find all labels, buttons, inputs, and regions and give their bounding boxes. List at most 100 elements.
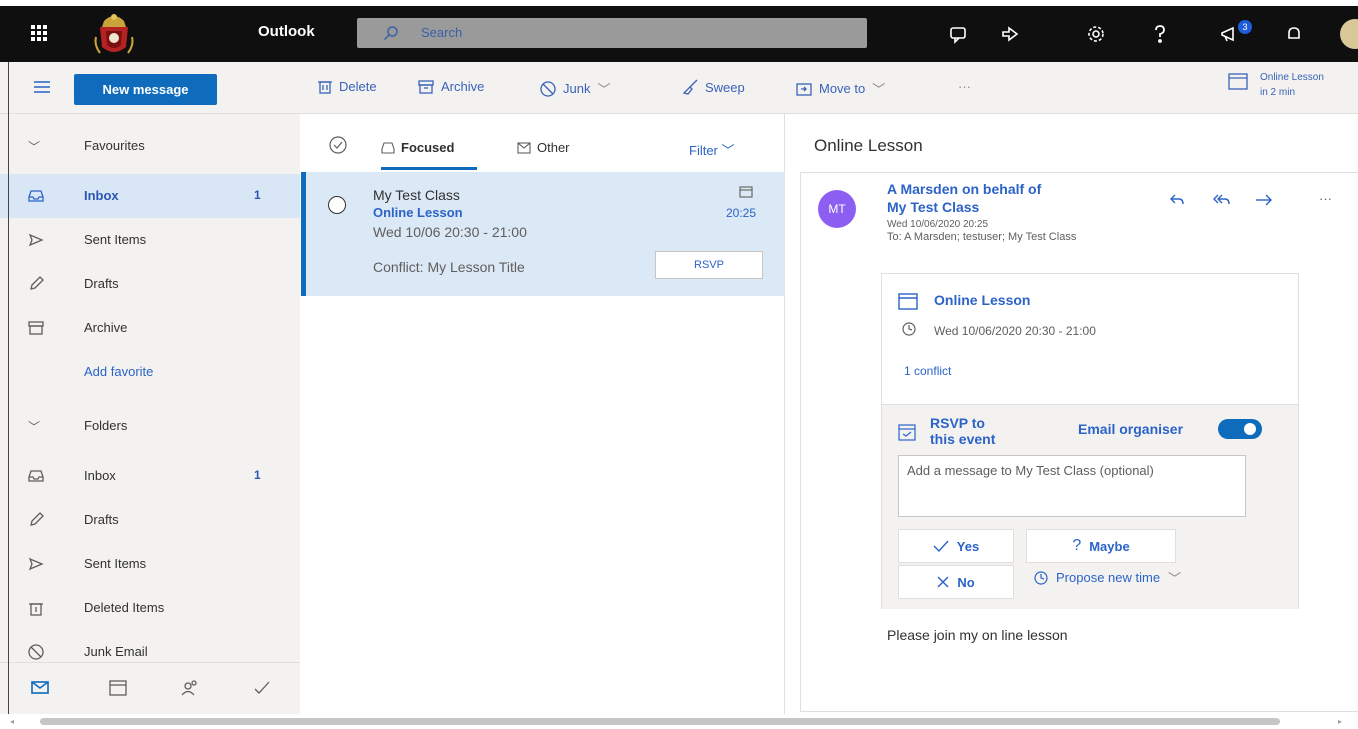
feedback-icon[interactable] [1000,24,1020,44]
forward-icon[interactable] [1255,193,1273,207]
archive-label: Archive [441,79,485,94]
message-conflict: Conflict: My Lesson Title [373,259,525,275]
archive-icon [28,321,44,335]
sidebar-item-deleted[interactable]: Deleted Items [0,586,300,630]
calendar-icon[interactable] [108,677,128,697]
event-reminder[interactable]: Online Lesson in 2 min [1228,72,1324,98]
inbox-icon [28,470,44,482]
sent-date: Wed 10/06/2020 20:25 [887,219,989,230]
inbox-icon [28,190,44,202]
tab-focused[interactable]: Focused [381,140,454,155]
propose-new-time-button[interactable]: Propose new time ﹀ [1034,568,1181,587]
horizontal-scrollbar[interactable]: ◂ ▸ [0,714,1358,729]
more-label: ··· [958,79,971,94]
favourites-label: Favourites [84,138,145,153]
propose-label: Propose new time [1056,570,1161,585]
tab-label: Other [537,140,570,155]
chevron-down-icon: ﹀ [597,82,611,97]
bell-icon[interactable] [1284,24,1304,44]
inbox-icon [381,141,395,154]
reminder-time: in 2 min [1260,87,1296,98]
send-icon [28,557,44,571]
scroll-right-icon[interactable]: ▸ [1338,717,1342,726]
decline-button[interactable]: No [898,565,1014,599]
tasks-icon[interactable] [252,677,272,697]
sidebar-item-sent[interactable]: Sent Items [0,542,300,586]
event-title[interactable]: Online Lesson [934,292,1030,308]
notification-badge: 3 [1238,20,1252,34]
sweep-button[interactable]: Sweep [682,79,745,95]
list-item[interactable]: My Test Class Online Lesson Wed 10/06 20… [301,172,785,296]
sender-avatar[interactable]: MT [818,190,856,228]
folders-header[interactable]: ﹀ Folders [0,404,300,448]
message-event-time: Wed 10/06 20:30 - 21:00 [373,224,527,240]
sidebar-item-drafts[interactable]: Drafts [0,498,300,542]
people-icon[interactable] [180,677,200,697]
select-all-checkbox-icon[interactable] [329,136,347,154]
favourites-header[interactable]: ﹀ Favourites [0,124,300,168]
reply-icon[interactable] [1169,193,1185,207]
teams-chat-icon[interactable] [948,24,968,44]
scrollbar-thumb[interactable] [40,718,1280,725]
message-list: Focused Other Filter ﹀ My Test Class Onl… [301,114,785,714]
app-name[interactable]: Outlook [258,23,315,40]
move-to-label: Move to [819,81,866,96]
app-launcher-icon[interactable] [30,24,48,42]
select-message-radio[interactable] [328,196,346,214]
email-organiser-toggle[interactable] [1218,419,1262,439]
sidebar-item-favourite-sent[interactable]: Sent Items [0,218,300,262]
filter-button[interactable]: Filter ﹀ [689,140,735,159]
tentative-button[interactable]: ? Maybe [1026,529,1176,563]
inbox-tabs: Focused Other Filter ﹀ [301,114,785,172]
megaphone-icon[interactable] [1220,24,1240,44]
accept-button[interactable]: Yes [898,529,1014,563]
pencil-icon [30,276,44,290]
block-icon [540,80,556,97]
sender-name[interactable]: A Marsden on behalf of [887,181,1041,197]
sweep-label: Sweep [705,79,745,95]
reply-all-icon[interactable] [1213,193,1231,207]
tab-label: Focused [401,140,455,155]
search-input[interactable]: Search [421,25,462,40]
sidebar-item-favourite-inbox[interactable]: Inbox 1 [0,174,300,218]
recipients: To: A Marsden; testuser; My Test Class [887,231,1077,243]
help-icon[interactable] [1150,24,1170,44]
mail-icon[interactable] [30,677,50,697]
message-body: Please join my on line lesson [887,627,1068,643]
sidebar-item-favourite-drafts[interactable]: Drafts [0,262,300,306]
rsvp-button[interactable]: RSVP [655,251,763,279]
sidebar-item-inbox[interactable]: Inbox 1 [0,454,300,498]
sender-group[interactable]: My Test Class [887,199,979,215]
hamburger-menu-icon[interactable] [34,81,50,93]
delete-button[interactable]: Delete [318,79,377,94]
scroll-left-icon[interactable]: ◂ [10,717,14,726]
more-commands-button[interactable]: ··· [958,79,971,94]
pencil-icon [30,512,44,526]
more-actions-icon[interactable]: ··· [1319,191,1332,206]
delete-label: Delete [339,79,377,94]
search-icon [383,26,398,41]
move-to-button[interactable]: Move to ﹀ [796,79,885,98]
sidebar-item-label: Inbox [84,468,116,483]
add-favorite-link[interactable]: Add favorite [0,350,300,394]
user-avatar[interactable] [1340,19,1358,49]
chevron-down-icon: ﹀ [721,143,735,158]
tab-other[interactable]: Other [517,140,570,155]
sidebar-item-label: Deleted Items [84,600,165,615]
junk-button[interactable]: Junk ﹀ [540,79,610,98]
calendar-icon [1228,73,1248,90]
message-card: MT A Marsden on behalf of My Test Class … [800,172,1358,712]
app-switcher [0,662,300,710]
search-box[interactable]: Search [357,18,867,48]
sidebar-item-favourite-archive[interactable]: Archive [0,306,300,350]
conflicts-link[interactable]: 1 conflict [904,364,951,378]
trash-icon [29,603,43,616]
folder-pane: ﹀ Favourites Inbox 1 Sent Items Drafts A… [0,114,300,714]
settings-gear-icon[interactable] [1086,24,1106,44]
archive-button[interactable]: Archive [418,79,484,94]
question-icon: ? [1072,537,1082,554]
chevron-down-icon: ﹀ [28,140,41,154]
rsvp-message-field[interactable]: Add a message to My Test Class (optional… [898,455,1246,517]
sidebar-item-label: Archive [84,320,128,335]
new-message-button[interactable]: New message [74,74,217,105]
